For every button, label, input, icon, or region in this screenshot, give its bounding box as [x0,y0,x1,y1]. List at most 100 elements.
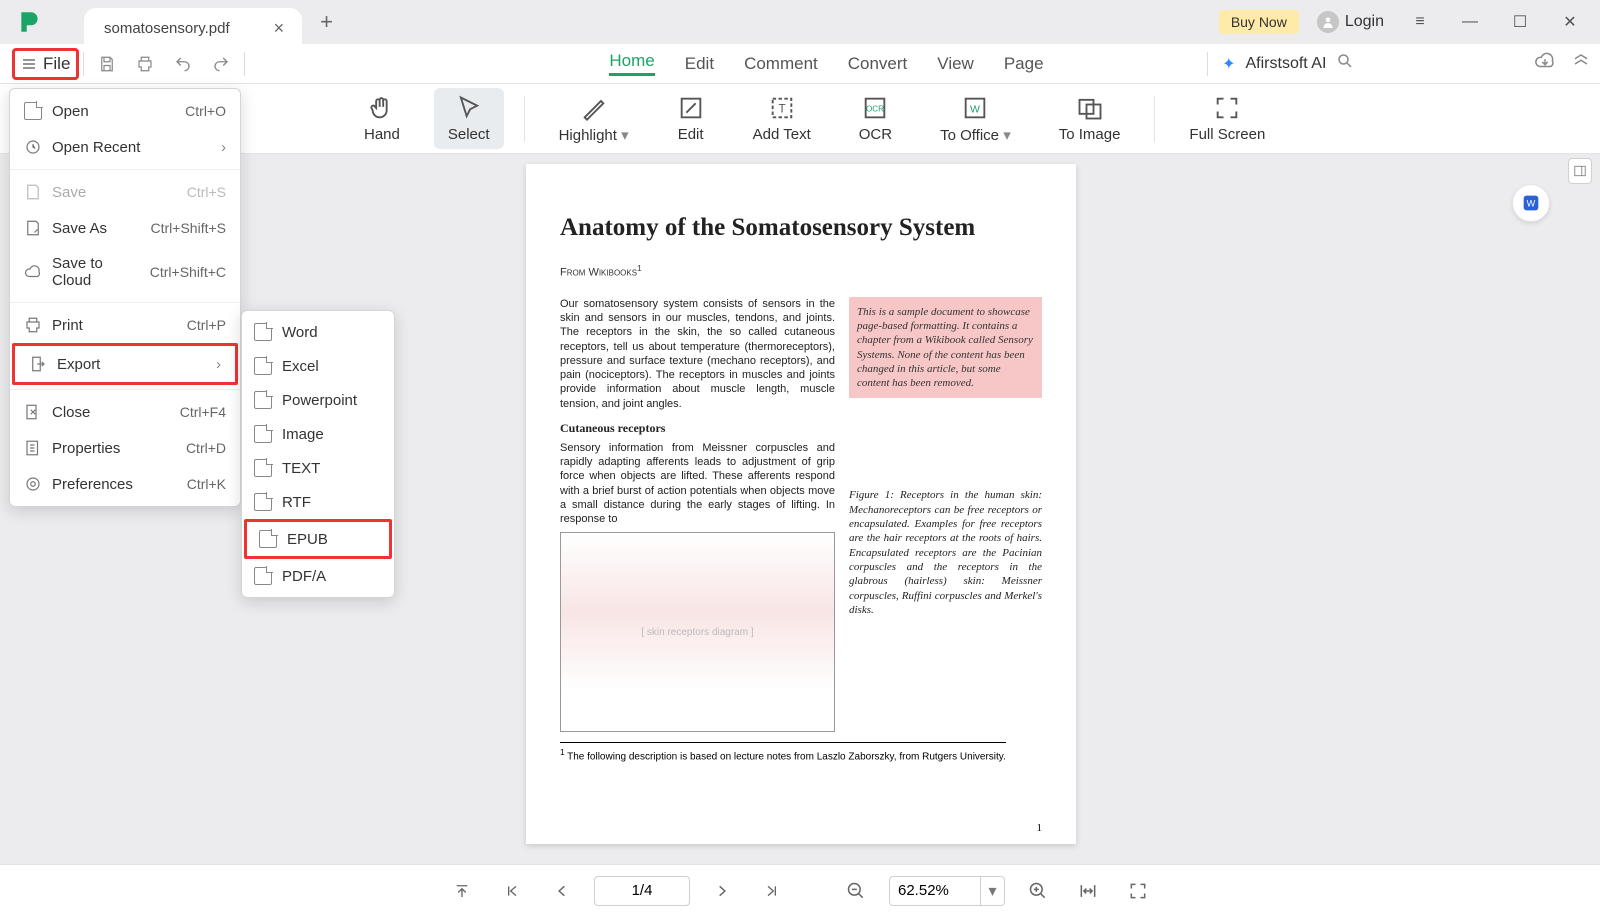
export-excel[interactable]: Excel [242,349,394,383]
zoom-dropdown[interactable]: ▾ [981,876,1005,906]
search-icon[interactable] [1336,52,1354,75]
fit-page-icon[interactable] [1120,873,1156,909]
menu-tabs: Home Edit Comment Convert View Page [609,51,1043,76]
select-tool[interactable]: Select [434,88,504,149]
file-dropdown-menu: OpenCtrl+O Open Recent› SaveCtrl+S Save … [9,88,241,507]
ocr-label: OCR [859,126,892,143]
text-icon [254,459,272,477]
edit-tool[interactable]: Edit [663,88,719,149]
figure-caption: Figure 1: Receptors in the human skin: M… [849,488,1042,617]
chevron-right-icon: › [221,139,226,156]
menu-item-preferences[interactable]: PreferencesCtrl+K [10,466,240,502]
tab-title: somatosensory.pdf [104,20,230,37]
zoom-out-icon[interactable] [838,873,874,909]
full-screen-label: Full Screen [1189,126,1265,143]
divider [244,52,245,76]
title-bar: somatosensory.pdf × + Buy Now Login ≡ — … [0,0,1600,44]
export-pdfa[interactable]: PDF/A [242,559,394,593]
floating-ai-button[interactable]: W [1512,184,1550,222]
menu-item-open[interactable]: OpenCtrl+O [10,93,240,129]
undo-icon[interactable] [164,45,202,83]
powerpoint-icon [254,391,272,409]
menu-item-close[interactable]: CloseCtrl+F4 [10,394,240,430]
login-button[interactable]: Login [1317,11,1384,33]
tab-convert[interactable]: Convert [848,54,908,74]
export-text[interactable]: TEXT [242,451,394,485]
divider [1207,52,1208,76]
close-tab-icon[interactable]: × [274,18,285,39]
export-epub[interactable]: EPUB [244,519,392,559]
cloud-icon[interactable] [1534,50,1556,77]
figure-image: [ skin receptors diagram ] [560,532,835,732]
epub-icon [259,530,277,548]
tab-page[interactable]: Page [1004,54,1044,74]
ocr-tool[interactable]: OCR OCR [845,88,906,149]
document-tab[interactable]: somatosensory.pdf × [84,8,302,48]
right-panel-toggle[interactable] [1568,158,1592,184]
export-word[interactable]: Word [242,315,394,349]
to-image-tool[interactable]: To Image [1045,88,1135,149]
save-icon[interactable] [88,45,126,83]
prev-page-icon[interactable] [544,873,580,909]
cloud-icon [24,263,42,281]
collapse-ribbon-icon[interactable] [1572,52,1590,75]
page-number-input[interactable] [594,876,690,906]
redo-icon[interactable] [202,45,240,83]
menu-item-print[interactable]: PrintCtrl+P [10,307,240,343]
fit-width-icon[interactable] [1070,873,1106,909]
zoom-in-icon[interactable] [1020,873,1056,909]
close-file-icon [24,403,42,421]
menu-item-properties[interactable]: PropertiesCtrl+D [10,430,240,466]
to-office-label: To Office ▾ [940,126,1011,144]
export-powerpoint[interactable]: Powerpoint [242,383,394,417]
save-as-icon [24,219,42,237]
quick-toolbar: File Home Edit Comment Convert View Page… [0,44,1600,84]
tab-edit[interactable]: Edit [685,54,714,74]
file-menu-button[interactable]: File [12,48,79,80]
clock-icon [24,138,42,156]
callout-box: This is a sample document to showcase pa… [849,297,1042,399]
add-text-tool[interactable]: T Add Text [739,88,825,149]
gear-icon [24,475,42,493]
hand-label: Hand [364,126,400,143]
divider [10,389,240,390]
hand-tool[interactable]: Hand [350,88,414,149]
menu-item-export[interactable]: Export› [12,343,238,385]
last-page-icon[interactable] [754,873,790,909]
new-tab-button[interactable]: + [320,9,333,35]
rtf-icon [254,493,272,511]
divider [83,52,84,76]
menu-item-save-as[interactable]: Save AsCtrl+Shift+S [10,210,240,246]
highlight-tool[interactable]: Highlight ▾ [545,88,643,150]
maximize-icon[interactable]: ☐ [1498,2,1542,42]
tab-home[interactable]: Home [609,51,654,76]
print-icon[interactable] [126,45,164,83]
buy-now-button[interactable]: Buy Now [1219,10,1299,34]
first-page-icon[interactable] [494,873,530,909]
svg-text:T: T [778,103,785,116]
hamburger-menu-icon[interactable]: ≡ [1398,2,1442,42]
full-screen-tool[interactable]: Full Screen [1175,88,1279,149]
print-icon [24,316,42,334]
menu-item-save-cloud[interactable]: Save to CloudCtrl+Shift+C [10,246,240,298]
export-rtf[interactable]: RTF [242,485,394,519]
next-page-icon[interactable] [704,873,740,909]
footnote: 1 The following description is based on … [560,742,1006,762]
tab-comment[interactable]: Comment [744,54,818,74]
export-image[interactable]: Image [242,417,394,451]
menu-item-open-recent[interactable]: Open Recent› [10,129,240,165]
scroll-top-icon[interactable] [444,873,480,909]
to-office-tool[interactable]: W To Office ▾ [926,88,1025,150]
zoom-level-input[interactable] [889,876,981,906]
svg-text:OCR: OCR [866,105,884,114]
close-window-icon[interactable]: ✕ [1548,2,1592,42]
body-paragraph: Sensory information from Meissner corpus… [560,441,835,527]
tab-view[interactable]: View [937,54,974,74]
minimize-icon[interactable]: — [1448,2,1492,42]
chevron-right-icon: › [216,356,221,373]
ai-label[interactable]: Afirstsoft AI [1246,55,1327,73]
to-image-label: To Image [1059,126,1121,143]
export-submenu: Word Excel Powerpoint Image TEXT RTF EPU… [241,310,395,598]
highlight-label: Highlight ▾ [559,126,629,144]
divider [10,169,240,170]
